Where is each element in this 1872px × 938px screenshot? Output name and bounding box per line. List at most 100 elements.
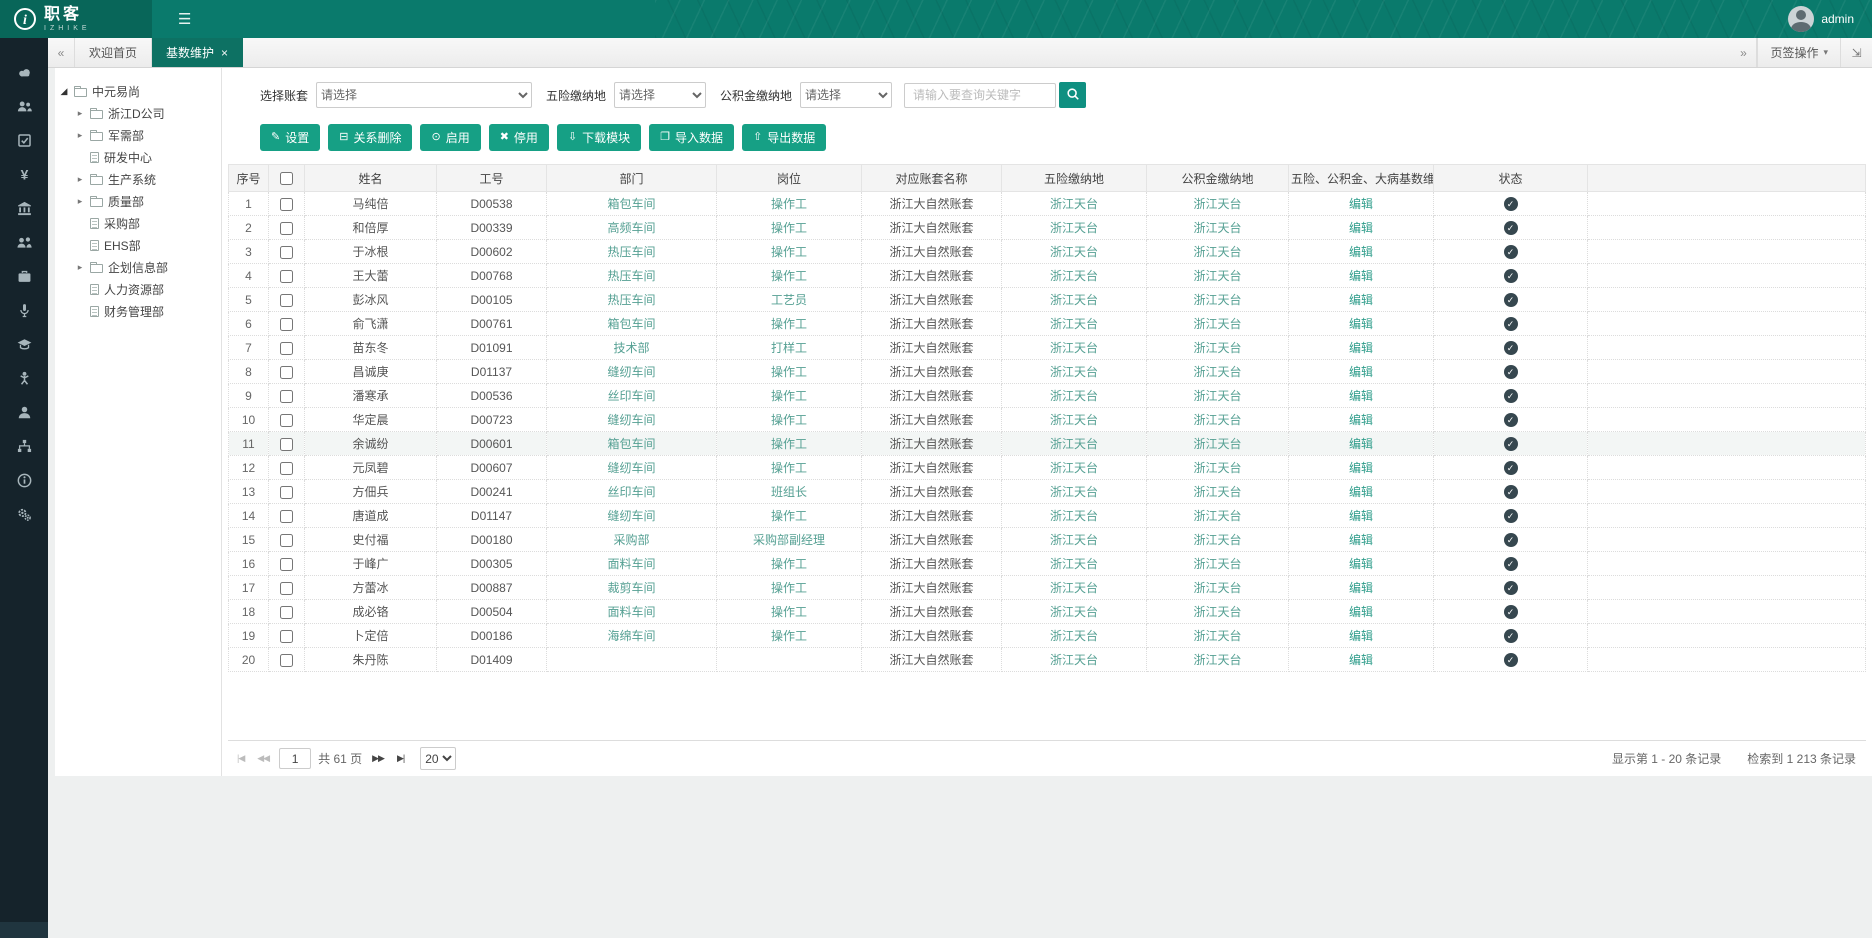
row-checkbox[interactable]	[280, 558, 293, 571]
tasks-icon[interactable]	[16, 132, 33, 149]
next-page-icon[interactable]: ▶▶	[369, 751, 387, 766]
row-checkbox[interactable]	[280, 630, 293, 643]
users-icon[interactable]	[16, 98, 33, 115]
edit-link[interactable]: 编辑	[1349, 413, 1373, 427]
row-checkbox[interactable]	[280, 270, 293, 283]
row-checkbox[interactable]	[280, 198, 293, 211]
education-icon[interactable]	[16, 336, 33, 353]
tab-base-maintenance[interactable]: 基数维护 ×	[152, 38, 243, 67]
tab-scroll-right-icon[interactable]: »	[1730, 38, 1757, 67]
bank-icon[interactable]	[16, 200, 33, 217]
edit-link[interactable]: 编辑	[1349, 221, 1373, 235]
tab-scroll-left-icon[interactable]: «	[48, 38, 75, 67]
tree-root[interactable]: ◢ 中元易尚	[59, 80, 217, 102]
tree-item[interactable]: 人力资源部	[59, 278, 217, 300]
edit-link[interactable]: 编辑	[1349, 341, 1373, 355]
row-checkbox[interactable]	[280, 606, 293, 619]
account-select[interactable]: 请选择	[316, 82, 532, 108]
last-page-icon[interactable]: ▶|	[394, 751, 407, 766]
settings-button[interactable]: ✎设置	[260, 124, 320, 151]
caret-right-icon[interactable]: ▸	[75, 130, 85, 141]
select-all-checkbox[interactable]	[280, 172, 293, 185]
row-checkbox[interactable]	[280, 462, 293, 475]
row-checkbox[interactable]	[280, 486, 293, 499]
row-checkbox[interactable]	[280, 294, 293, 307]
tree-item[interactable]: ▸质量部	[59, 190, 217, 212]
tree-item[interactable]: ▸企划信息部	[59, 256, 217, 278]
first-page-icon[interactable]: |◀	[234, 751, 247, 766]
row-checkbox[interactable]	[280, 390, 293, 403]
tree-item[interactable]: EHS部	[59, 234, 217, 256]
row-checkbox[interactable]	[280, 222, 293, 235]
caret-right-icon[interactable]: ▸	[75, 108, 85, 119]
edit-link[interactable]: 编辑	[1349, 557, 1373, 571]
tree-item[interactable]: ▸军需部	[59, 124, 217, 146]
caret-right-icon[interactable]: ▸	[75, 196, 85, 207]
edit-link[interactable]: 编辑	[1349, 197, 1373, 211]
org-icon[interactable]	[16, 438, 33, 455]
insurance-place-select[interactable]: 请选择	[614, 82, 706, 108]
edit-link[interactable]: 编辑	[1349, 293, 1373, 307]
row-checkbox[interactable]	[280, 510, 293, 523]
row-checkbox[interactable]	[280, 438, 293, 451]
relation-delete-button[interactable]: ⊟关系删除	[328, 124, 412, 151]
search-button[interactable]	[1059, 82, 1086, 108]
edit-link[interactable]: 编辑	[1349, 365, 1373, 379]
row-checkbox[interactable]	[280, 534, 293, 547]
tree-item[interactable]: 采购部	[59, 212, 217, 234]
edit-link[interactable]: 编辑	[1349, 389, 1373, 403]
edit-link[interactable]: 编辑	[1349, 605, 1373, 619]
team-icon[interactable]	[16, 234, 33, 251]
tree-item[interactable]: 财务管理部	[59, 300, 217, 322]
collapse-rail-button[interactable]	[0, 922, 48, 938]
edit-link[interactable]: 编辑	[1349, 485, 1373, 499]
fund-place-select[interactable]: 请选择	[800, 82, 892, 108]
import-data-button[interactable]: ❐导入数据	[649, 124, 734, 151]
row-checkbox[interactable]	[280, 246, 293, 259]
page-size-select[interactable]: 20	[420, 747, 456, 770]
tree-item[interactable]: ▸浙江D公司	[59, 102, 217, 124]
row-checkbox[interactable]	[280, 366, 293, 379]
figure-icon[interactable]	[16, 370, 33, 387]
user-menu[interactable]: admin	[1788, 6, 1872, 32]
row-checkbox[interactable]	[280, 582, 293, 595]
export-data-button[interactable]: ⇧导出数据	[742, 124, 826, 151]
caret-expanded-icon[interactable]: ◢	[59, 86, 69, 97]
tree-item[interactable]: 研发中心	[59, 146, 217, 168]
page-number-input[interactable]	[279, 748, 311, 769]
caret-right-icon[interactable]: ▸	[75, 174, 85, 185]
edit-link[interactable]: 编辑	[1349, 581, 1373, 595]
menu-toggle-icon[interactable]: ☰	[178, 10, 191, 28]
tab-close-icon[interactable]: ×	[221, 46, 228, 60]
edit-link[interactable]: 编辑	[1349, 533, 1373, 547]
tab-welcome[interactable]: 欢迎首页	[75, 38, 152, 67]
edit-link[interactable]: 编辑	[1349, 509, 1373, 523]
enable-button[interactable]: ⊙启用	[420, 124, 480, 151]
salary-icon[interactable]: ¥	[16, 166, 33, 183]
edit-link[interactable]: 编辑	[1349, 437, 1373, 451]
cloud-icon[interactable]	[16, 64, 33, 81]
search-input[interactable]	[904, 83, 1056, 108]
row-checkbox[interactable]	[280, 414, 293, 427]
info-icon[interactable]	[16, 472, 33, 489]
mic-icon[interactable]	[16, 302, 33, 319]
row-checkbox[interactable]	[280, 654, 293, 667]
edit-link[interactable]: 编辑	[1349, 461, 1373, 475]
page-operations-button[interactable]: 页签操作 ▾	[1757, 38, 1840, 67]
download-module-button[interactable]: ⇩下载模块	[557, 124, 641, 151]
caret-right-icon[interactable]: ▸	[75, 262, 85, 273]
prev-page-icon[interactable]: ◀◀	[254, 751, 272, 766]
edit-link[interactable]: 编辑	[1349, 269, 1373, 283]
row-checkbox[interactable]	[280, 318, 293, 331]
briefcase-icon[interactable]	[16, 268, 33, 285]
user-icon[interactable]	[16, 404, 33, 421]
gears-icon[interactable]	[16, 506, 33, 523]
tree-item[interactable]: ▸生产系统	[59, 168, 217, 190]
edit-link[interactable]: 编辑	[1349, 317, 1373, 331]
edit-link[interactable]: 编辑	[1349, 245, 1373, 259]
disable-button[interactable]: ✖停用	[489, 124, 549, 151]
row-checkbox[interactable]	[280, 342, 293, 355]
maximize-icon[interactable]: ⇲	[1840, 38, 1872, 67]
edit-link[interactable]: 编辑	[1349, 653, 1373, 667]
edit-link[interactable]: 编辑	[1349, 629, 1373, 643]
